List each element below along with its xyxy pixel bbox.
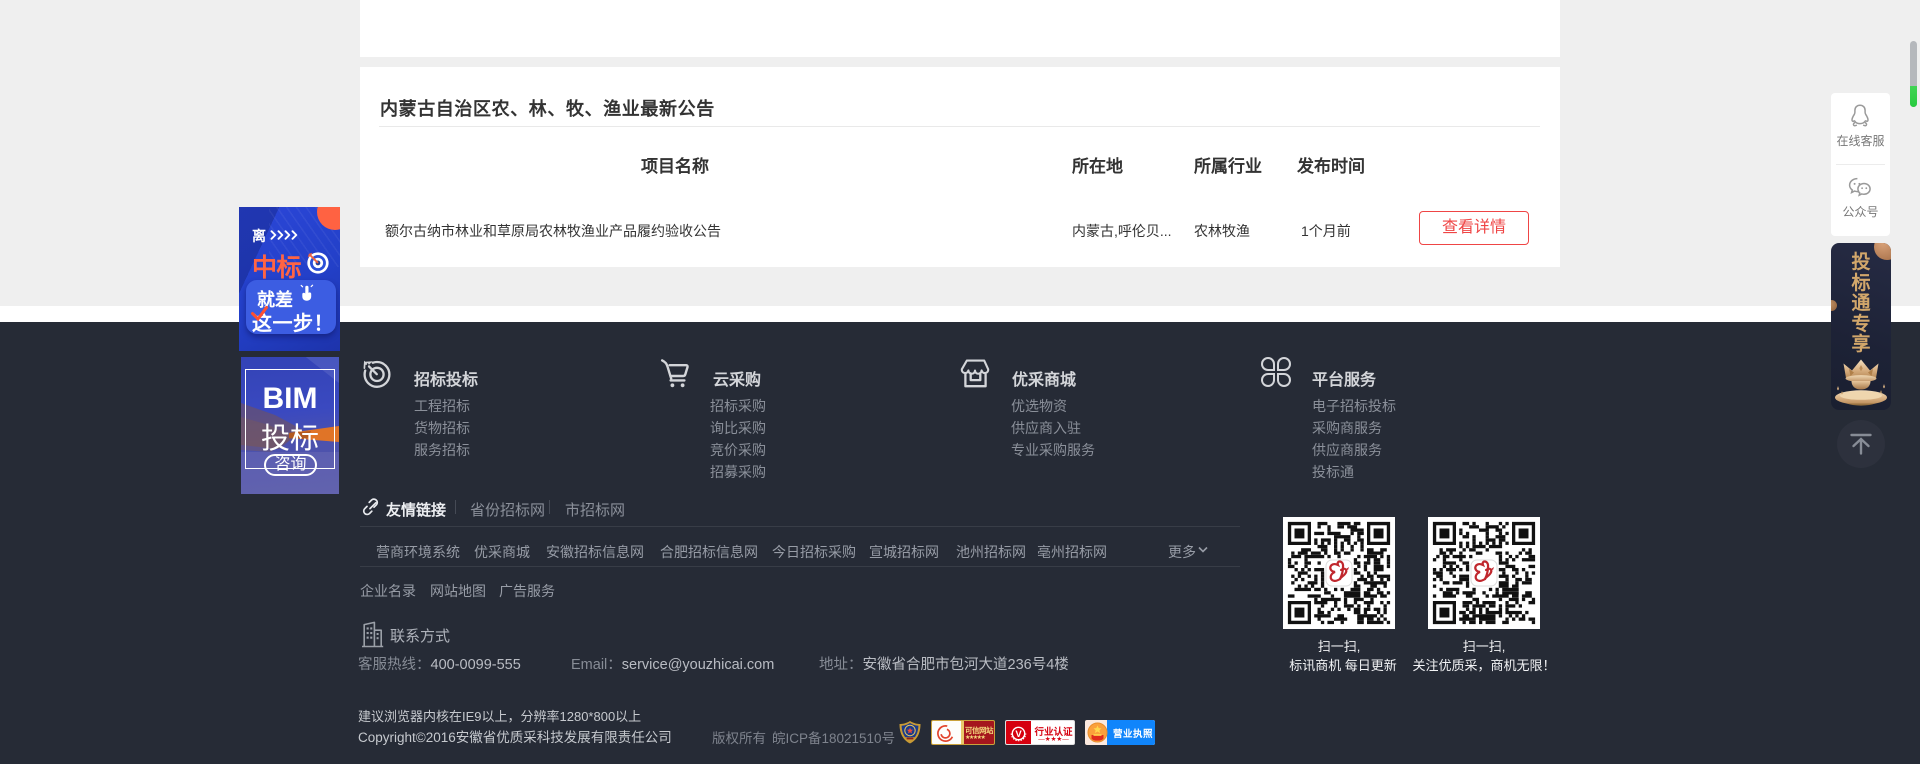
svg-text:V: V: [1015, 729, 1022, 740]
